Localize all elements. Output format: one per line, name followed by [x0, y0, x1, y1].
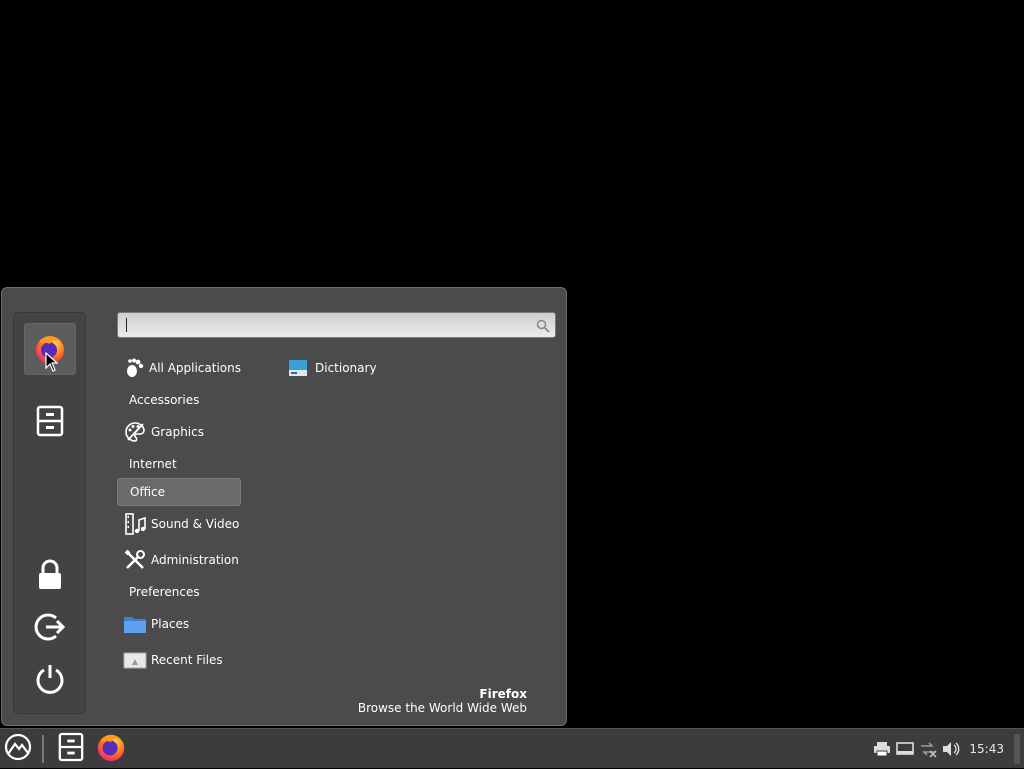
- category-sound-video[interactable]: Sound & Video: [117, 510, 241, 538]
- mouse-cursor-icon: [45, 351, 59, 376]
- volume-icon[interactable]: [940, 738, 962, 760]
- category-all-applications[interactable]: All Applications: [117, 354, 241, 382]
- film-music-icon: [123, 512, 147, 536]
- clock[interactable]: 15:43: [969, 742, 1004, 756]
- folder-icon: [123, 612, 147, 636]
- file-manager-icon: [58, 732, 84, 766]
- search-icon: [536, 318, 550, 337]
- category-label: Recent Files: [151, 653, 223, 667]
- category-label: Places: [151, 617, 190, 631]
- system-tray: 15:43: [871, 729, 1024, 769]
- firefox-icon: [95, 731, 127, 767]
- lock-screen-button[interactable]: [24, 549, 76, 601]
- launcher-file-manager[interactable]: [54, 731, 88, 767]
- category-internet[interactable]: Internet: [117, 450, 241, 478]
- category-recent-files[interactable]: Recent Files: [117, 646, 241, 674]
- app-dictionary[interactable]: Dictionary: [285, 354, 425, 382]
- application-menu: All Applications Accessories Graphics In…: [1, 287, 567, 726]
- app-label: Dictionary: [315, 361, 377, 375]
- power-icon: [35, 663, 65, 695]
- taskbar: 15:43: [0, 728, 1024, 768]
- launcher-firefox[interactable]: [93, 731, 129, 767]
- search-input[interactable]: [117, 312, 556, 338]
- category-places[interactable]: Places: [117, 610, 241, 638]
- logout-icon: [34, 612, 66, 642]
- category-label: Internet: [129, 457, 177, 471]
- category-preferences[interactable]: Preferences: [117, 578, 241, 606]
- printer-icon[interactable]: [871, 738, 893, 760]
- menu-logo-icon: [4, 733, 32, 765]
- category-administration[interactable]: Administration: [117, 546, 241, 574]
- display-icon[interactable]: [894, 738, 916, 760]
- logout-button[interactable]: [24, 601, 76, 653]
- category-graphics[interactable]: Graphics: [117, 418, 241, 446]
- category-label: Office: [130, 485, 166, 499]
- search-field[interactable]: [130, 316, 534, 336]
- menu-button[interactable]: [2, 731, 34, 767]
- category-label: Graphics: [151, 425, 204, 439]
- tools-icon: [123, 548, 147, 572]
- shutdown-button[interactable]: [24, 653, 76, 705]
- file-manager-icon: [36, 405, 64, 437]
- taskbar-separator: [42, 735, 44, 763]
- app-description: Firefox Browse the World Wide Web: [358, 687, 527, 715]
- text-cursor: [126, 318, 127, 332]
- palette-icon: [123, 420, 147, 444]
- category-label: Preferences: [129, 585, 200, 599]
- description-title: Firefox: [479, 687, 527, 701]
- category-label: All Applications: [149, 361, 241, 375]
- show-desktop-button[interactable]: [1014, 734, 1020, 764]
- category-accessories[interactable]: Accessories: [117, 386, 241, 414]
- recent-files-icon: [123, 648, 147, 672]
- dictionary-icon: [287, 357, 309, 379]
- category-label: Sound & Video: [151, 517, 240, 531]
- category-label: Accessories: [129, 393, 200, 407]
- lock-icon: [37, 559, 63, 591]
- gnome-foot-icon: [123, 356, 145, 380]
- description-subtitle: Browse the World Wide Web: [357, 701, 527, 715]
- network-disconnected-icon[interactable]: [917, 738, 939, 760]
- category-office[interactable]: Office: [117, 478, 241, 506]
- favorite-file-manager-button[interactable]: [24, 395, 76, 447]
- category-label: Administration: [151, 553, 239, 567]
